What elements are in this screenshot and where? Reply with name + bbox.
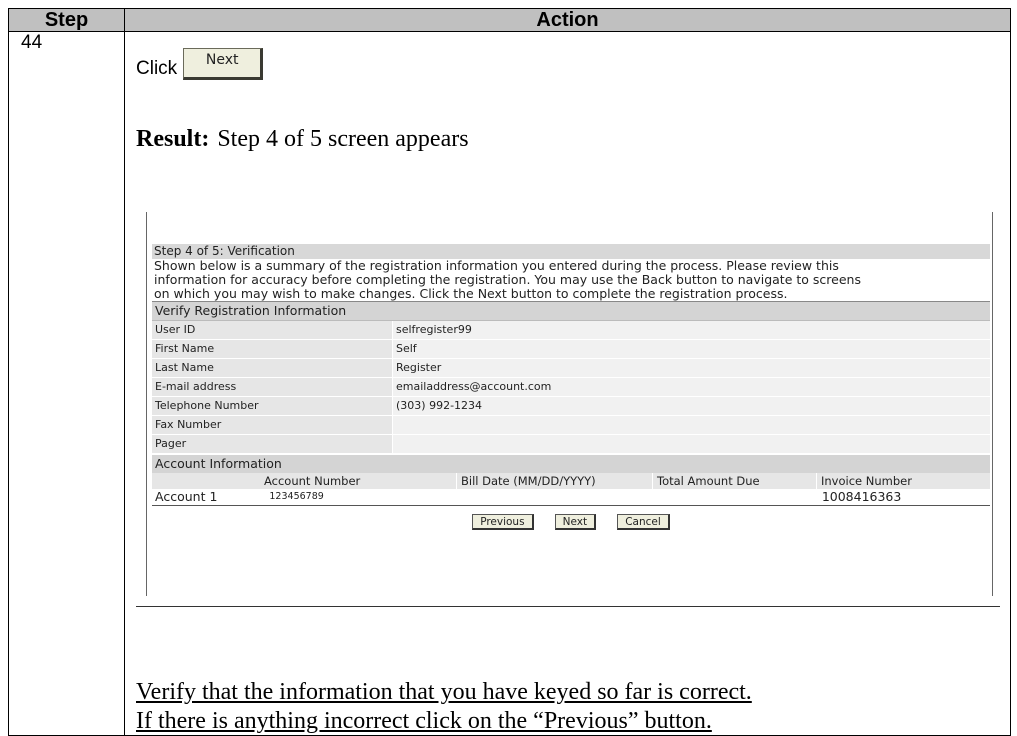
field-value [392, 416, 990, 434]
field-label: First Name [152, 340, 392, 358]
field-value: (303) 992-1234 [392, 397, 990, 415]
field-row-telephone: Telephone Number (303) 992-1234 [152, 397, 990, 416]
field-value: selfregister99 [392, 321, 990, 339]
bill-date-header: Bill Date (MM/DD/YYYY) [456, 473, 652, 489]
invoice-number-value: 1008416363 [816, 489, 990, 505]
field-label: E-mail address [152, 378, 392, 396]
action-column-header: Action [124, 8, 1011, 32]
result-label: Result: [136, 126, 210, 152]
account-number-value: 123456789 [269, 491, 324, 502]
step-title: Step 4 of 5: Verification [152, 244, 990, 259]
next-button-image: Next [183, 48, 264, 80]
screenshot-right-border [992, 212, 993, 596]
account-number-header: Account Number [264, 474, 361, 488]
click-text: Click [136, 58, 178, 79]
previous-button[interactable]: Previous [472, 514, 534, 530]
screenshot-left-border [146, 212, 147, 596]
screenshot-bottom-rule [136, 606, 1000, 607]
verification-panel: Step 4 of 5: Verification Shown below is… [152, 244, 990, 530]
field-label: Fax Number [152, 416, 392, 434]
field-label: Last Name [152, 359, 392, 377]
total-due-value [653, 489, 817, 505]
result-line: Result: Step 4 of 5 screen appears [136, 126, 469, 153]
verification-note: Verify that the information that you hav… [136, 678, 752, 736]
account-label-spacer [152, 473, 260, 489]
note-line: If there is anything incorrect click on … [136, 708, 712, 734]
note-line: Verify that the information that you hav… [136, 679, 752, 705]
field-row-fax: Fax Number [152, 416, 990, 435]
next-button[interactable]: Next [554, 514, 597, 530]
cancel-button[interactable]: Cancel [617, 514, 670, 530]
field-value: emailaddress@account.com [392, 378, 990, 396]
field-row-first-name: First Name Self [152, 340, 990, 359]
total-due-header: Total Amount Due [652, 473, 816, 489]
invoice-number-header: Invoice Number [816, 473, 990, 489]
procedure-table: Step Action 44 Click Next Result: Step 4 … [8, 8, 1011, 736]
field-row-last-name: Last Name Register [152, 359, 990, 378]
step-number: 44 [8, 31, 125, 736]
account-column-headers: Account Number Bill Date (MM/DD/YYYY) To… [152, 473, 990, 489]
result-text: Step 4 of 5 screen appears [217, 126, 469, 152]
account-row: Account 1 123456789 1008416363 [152, 489, 990, 506]
click-instruction: Click Next [136, 48, 264, 80]
field-label: User ID [152, 321, 392, 339]
verify-heading: Verify Registration Information [152, 302, 990, 321]
bill-date-value [458, 489, 653, 505]
embedded-screenshot: Step 4 of 5: Verification Shown below is… [136, 212, 1000, 650]
account-label: Account 1 [155, 489, 218, 504]
field-value: Self [392, 340, 990, 358]
table-header-row: Step Action [8, 8, 1011, 32]
button-bar: Previous Next Cancel [152, 510, 990, 530]
field-row-pager: Pager [152, 435, 990, 454]
field-value [392, 435, 990, 453]
step-column-header: Step [8, 8, 125, 32]
table-row: 44 Click Next Result: Step 4 of 5 screen … [8, 31, 1011, 736]
action-cell: Click Next Result: Step 4 of 5 screen app… [124, 31, 1011, 736]
field-row-email: E-mail address emailaddress@account.com [152, 378, 990, 397]
intro-line: on which you may wish to make changes. C… [154, 286, 788, 301]
intro-line: information for accuracy before completi… [154, 272, 861, 287]
intro-text: Shown below is a summary of the registra… [152, 259, 990, 302]
intro-line: Shown below is a summary of the registra… [154, 258, 839, 273]
field-value: Register [392, 359, 990, 377]
field-label: Pager [152, 435, 392, 453]
field-row-user-id: User ID selfregister99 [152, 321, 990, 340]
field-label: Telephone Number [152, 397, 392, 415]
account-heading: Account Information [152, 455, 990, 473]
